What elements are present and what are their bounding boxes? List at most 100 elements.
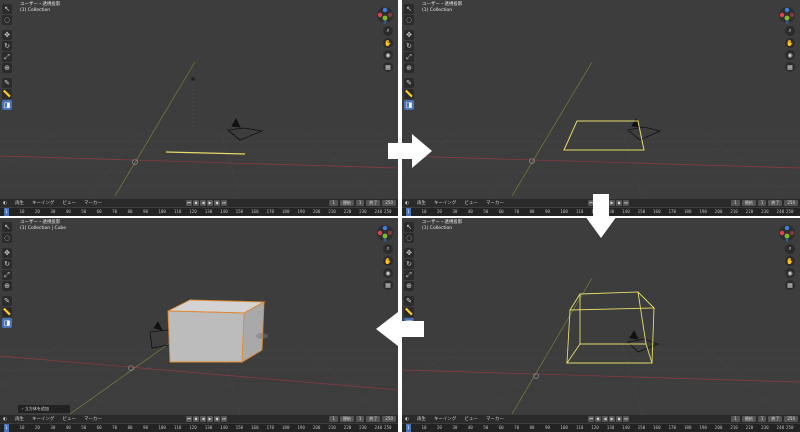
frame-ruler[interactable]: 1102030405060708090100110120130140150160… <box>0 424 398 432</box>
jump-end-icon[interactable]: ⏭ <box>221 200 227 206</box>
add-cube-icon[interactable]: ◨ <box>2 100 12 110</box>
grid-view-icon[interactable]: ▦ <box>785 280 795 290</box>
move-icon[interactable]: ✥ <box>2 30 12 40</box>
3d-viewport[interactable] <box>0 218 398 414</box>
move-icon[interactable]: ✥ <box>2 248 12 258</box>
menu-playback[interactable]: 再生 <box>15 200 24 206</box>
axis-gizmo[interactable] <box>778 224 796 242</box>
zoom-icon[interactable]: ⌕ <box>383 244 393 254</box>
menu-keying[interactable]: キーイング <box>434 416 457 422</box>
menu-view[interactable]: ビュー <box>62 200 76 206</box>
next-key-icon[interactable]: ◆ <box>616 416 622 422</box>
measure-icon[interactable]: 📏 <box>404 89 414 99</box>
end-frame-field[interactable]: 250 <box>382 416 396 422</box>
3d-viewport[interactable] <box>402 218 800 414</box>
jump-end-icon[interactable]: ⏭ <box>623 416 629 422</box>
menu-view[interactable]: ビュー <box>62 416 76 422</box>
hand-icon[interactable]: ✋ <box>785 256 795 266</box>
zoom-icon[interactable]: ⌕ <box>785 26 795 36</box>
transform-icon[interactable]: ⊕ <box>2 63 12 73</box>
prev-key-icon[interactable]: ◆ <box>193 200 199 206</box>
next-key-icon[interactable]: ◆ <box>214 200 220 206</box>
camera-view-icon[interactable]: ◉ <box>383 268 393 278</box>
menu-playback[interactable]: 再生 <box>15 416 24 422</box>
viewport-panel-1[interactable]: ユーザー・透視投影 (1) Collection ↖ ◌ ✥ ↻ ⤢ ⊕ ✎ 📏… <box>0 0 398 216</box>
menu-marker[interactable]: マーカー <box>486 416 504 422</box>
hand-icon[interactable]: ✋ <box>383 256 393 266</box>
select-box-icon[interactable]: ◌ <box>2 233 12 243</box>
cursor-icon[interactable]: ↖ <box>404 4 414 14</box>
start-frame-field[interactable]: 1 <box>757 200 767 206</box>
rotate-icon[interactable]: ↻ <box>2 41 12 51</box>
scale-icon[interactable]: ⤢ <box>404 52 414 62</box>
menu-view[interactable]: ビュー <box>464 416 478 422</box>
jump-end-icon[interactable]: ⏭ <box>623 200 629 206</box>
play-icon[interactable]: ▶ <box>609 416 615 422</box>
viewport-panel-4[interactable]: ユーザー・透視投影 (1) Collection ↖ ◌ ✥ ↻ ⤢ ⊕ ✎ 📏… <box>402 218 800 432</box>
current-frame-field[interactable]: 1 <box>329 416 338 422</box>
play-reverse-icon[interactable]: ◀ <box>602 416 608 422</box>
add-cube-icon[interactable]: ◨ <box>2 318 12 328</box>
cursor-icon[interactable]: ↖ <box>2 222 12 232</box>
timeline-mode-icon[interactable]: ◐ <box>3 201 7 206</box>
zoom-icon[interactable]: ⌕ <box>383 26 393 36</box>
start-frame-field[interactable]: 1 <box>355 200 365 206</box>
jump-start-icon[interactable]: ⏮ <box>186 200 192 206</box>
menu-keying[interactable]: キーイング <box>32 200 55 206</box>
cursor-icon[interactable]: ↖ <box>2 4 12 14</box>
rotate-icon[interactable]: ↻ <box>2 259 12 269</box>
menu-marker[interactable]: マーカー <box>84 416 102 422</box>
end-frame-field[interactable]: 250 <box>382 200 396 206</box>
jump-start-icon[interactable]: ⏮ <box>588 416 594 422</box>
jump-end-icon[interactable]: ⏭ <box>221 416 227 422</box>
menu-playback[interactable]: 再生 <box>417 200 426 206</box>
current-frame-field[interactable]: 1 <box>731 200 740 206</box>
add-cube-icon[interactable]: ◨ <box>404 100 414 110</box>
menu-keying[interactable]: キーイング <box>32 416 55 422</box>
axis-gizmo[interactable] <box>778 6 796 24</box>
camera-view-icon[interactable]: ◉ <box>785 268 795 278</box>
camera-view-icon[interactable]: ◉ <box>785 50 795 60</box>
annotate-icon[interactable]: ✎ <box>2 296 12 306</box>
annotate-icon[interactable]: ✎ <box>404 296 414 306</box>
camera-view-icon[interactable]: ◉ <box>383 50 393 60</box>
menu-view[interactable]: ビュー <box>464 200 478 206</box>
timeline-mode-icon[interactable]: ◐ <box>405 417 409 422</box>
frame-ruler[interactable]: 1102030405060708090100110120130140150160… <box>0 208 398 216</box>
annotate-icon[interactable]: ✎ <box>2 78 12 88</box>
select-box-icon[interactable]: ◌ <box>404 233 414 243</box>
axis-gizmo[interactable] <box>376 224 394 242</box>
rotate-icon[interactable]: ↻ <box>404 41 414 51</box>
play-reverse-icon[interactable]: ◀ <box>200 416 206 422</box>
transform-icon[interactable]: ⊕ <box>404 63 414 73</box>
3d-viewport[interactable] <box>0 0 398 196</box>
menu-keying[interactable]: キーイング <box>434 200 457 206</box>
viewport-panel-2[interactable]: ユーザー・透視投影 (1) Collection ↖ ◌ ✥ ↻ ⤢ ⊕ ✎ 📏… <box>402 0 800 216</box>
scale-icon[interactable]: ⤢ <box>2 270 12 280</box>
zoom-icon[interactable]: ⌕ <box>785 244 795 254</box>
transform-icon[interactable]: ⊕ <box>404 281 414 291</box>
cursor-icon[interactable]: ↖ <box>404 222 414 232</box>
jump-start-icon[interactable]: ⏮ <box>186 416 192 422</box>
select-box-icon[interactable]: ◌ <box>404 15 414 25</box>
timeline-mode-icon[interactable]: ◐ <box>3 417 7 422</box>
rotate-icon[interactable]: ↻ <box>404 259 414 269</box>
hand-icon[interactable]: ✋ <box>383 38 393 48</box>
measure-icon[interactable]: 📏 <box>2 307 12 317</box>
play-reverse-icon[interactable]: ◀ <box>200 200 206 206</box>
end-frame-field[interactable]: 250 <box>784 200 798 206</box>
end-frame-field[interactable]: 250 <box>784 416 798 422</box>
select-box-icon[interactable]: ◌ <box>2 15 12 25</box>
play-icon[interactable]: ▶ <box>207 200 213 206</box>
current-frame-field[interactable]: 1 <box>329 200 338 206</box>
start-frame-field[interactable]: 1 <box>355 416 365 422</box>
menu-marker[interactable]: マーカー <box>84 200 102 206</box>
hand-icon[interactable]: ✋ <box>785 38 795 48</box>
move-icon[interactable]: ✥ <box>404 248 414 258</box>
timeline-mode-icon[interactable]: ◐ <box>405 201 409 206</box>
axis-gizmo[interactable] <box>376 6 394 24</box>
start-frame-field[interactable]: 1 <box>757 416 767 422</box>
grid-view-icon[interactable]: ▦ <box>383 280 393 290</box>
3d-viewport[interactable] <box>402 0 800 196</box>
play-icon[interactable]: ▶ <box>207 416 213 422</box>
